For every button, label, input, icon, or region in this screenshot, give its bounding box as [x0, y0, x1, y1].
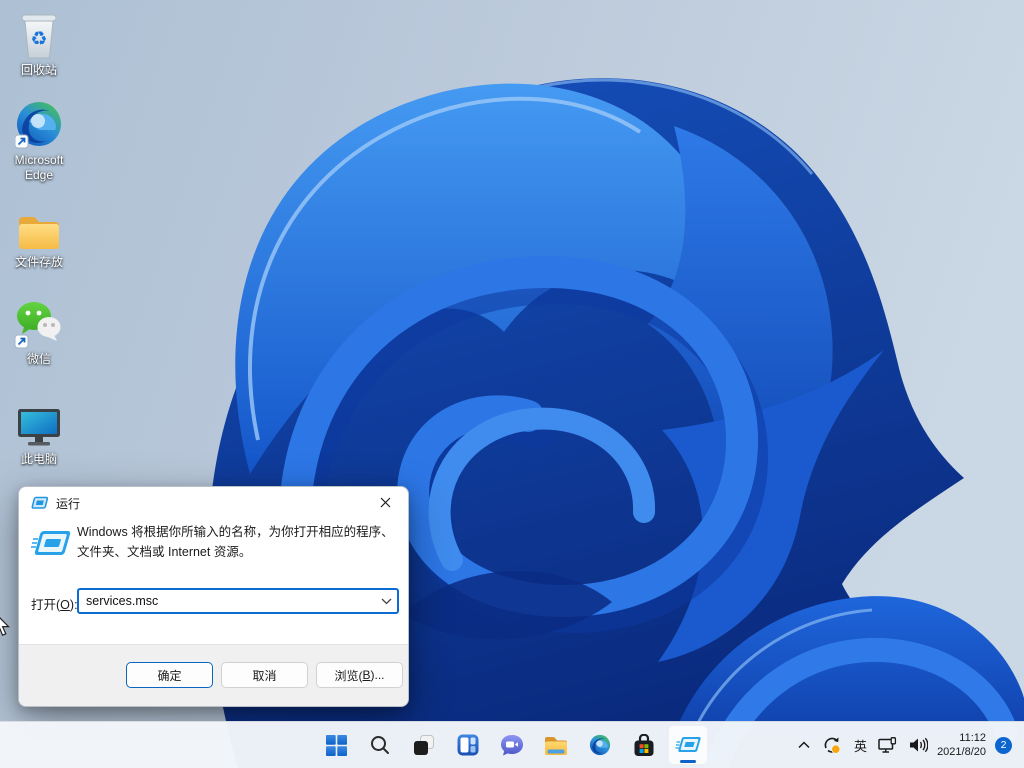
desktop-icon-label: 文件存放 [14, 255, 63, 269]
run-dialog-icon [31, 531, 71, 555]
search-icon [371, 736, 389, 754]
task-view-icon [414, 735, 434, 755]
dialog-footer: 确定 取消 浏览(B)... [19, 644, 408, 706]
chevron-up-icon [798, 741, 810, 749]
mouse-cursor [0, 617, 10, 636]
widgets-icon [457, 734, 479, 756]
wechat-icon [14, 299, 64, 349]
chat-icon [501, 734, 523, 755]
this-pc-icon [16, 399, 62, 449]
search-button[interactable] [360, 725, 400, 765]
browse-button[interactable]: 浏览(B)... [316, 662, 403, 688]
desktop-icon-recycle-bin[interactable]: ♻ 回收站 [0, 10, 78, 78]
clock-time: 11:12 [959, 732, 986, 744]
ime-indicator[interactable]: 英 [852, 730, 869, 760]
run-dialog-window: 运行 Windows 将根据你所输入的名称，为你打开相应的程序、 文件夹、文档或… [18, 486, 409, 707]
clock[interactable]: 11:12 2021/8/20 [937, 731, 986, 759]
file-explorer-button[interactable] [536, 725, 576, 765]
store-button[interactable] [624, 725, 664, 765]
run-window-icon [31, 496, 48, 509]
windows-start-icon [325, 734, 347, 756]
run-app-icon [675, 737, 701, 752]
dialog-title: 运行 [56, 496, 81, 511]
tray-volume[interactable] [907, 730, 930, 760]
desktop-icon-wechat[interactable]: 微信 [0, 299, 78, 367]
desktop-icon-label: 此电脑 [20, 452, 57, 466]
desktop-icon-label: 回收站 [20, 63, 57, 77]
run-combobox[interactable] [77, 588, 399, 614]
dialog-description: Windows 将根据你所输入的名称，为你打开相应的程序、 文件夹、文档或 In… [77, 525, 394, 559]
open-label: 打开(O): [31, 598, 78, 612]
taskbar: 英 11:12 2021/8/20 2 [0, 721, 1024, 768]
folder-icon [16, 202, 62, 252]
microsoft-store-icon [634, 733, 654, 756]
desktop-icon-microsoft-edge[interactable]: Microsoft Edge [0, 100, 78, 183]
chevron-down-icon[interactable] [375, 598, 397, 605]
edge-icon [589, 734, 611, 756]
clock-date: 2021/8/20 [937, 746, 986, 758]
desktop-icon-this-pc[interactable]: 此电脑 [0, 399, 78, 467]
taskbar-tray: 英 11:12 2021/8/20 2 [795, 722, 1024, 768]
network-ethernet-icon [878, 736, 897, 753]
task-view-button[interactable] [404, 725, 444, 765]
recycle-bin-icon: ♻ [18, 10, 60, 60]
cancel-button[interactable]: 取消 [221, 662, 308, 688]
ok-button[interactable]: 确定 [126, 662, 213, 688]
tray-update-status[interactable] [820, 730, 845, 760]
desktop: ♻ 回收站 Microsoft Edge 文件存放 微信 此电脑 运行 Wind… [0, 0, 1024, 768]
sync-update-icon [824, 737, 841, 754]
run-input[interactable] [79, 594, 375, 608]
tray-chevron-up[interactable] [795, 730, 813, 760]
edge-icon [15, 100, 63, 150]
taskbar-center-icons [316, 725, 708, 765]
start-button[interactable] [316, 725, 356, 765]
chat-button[interactable] [492, 725, 532, 765]
speaker-icon [910, 737, 929, 753]
file-explorer-icon [545, 736, 567, 755]
svg-text:♻: ♻ [30, 29, 47, 50]
desktop-icon-file-folder[interactable]: 文件存放 [0, 202, 78, 270]
close-button[interactable] [363, 487, 408, 518]
tray-network[interactable] [876, 730, 900, 760]
dialog-titlebar[interactable]: 运行 [19, 487, 408, 519]
close-icon [380, 497, 391, 508]
desktop-icon-label: 微信 [26, 352, 51, 366]
run-app-button[interactable] [668, 725, 708, 765]
notification-badge[interactable]: 2 [995, 736, 1012, 754]
widgets-button[interactable] [448, 725, 488, 765]
edge-button[interactable] [580, 725, 620, 765]
desktop-icon-label: Microsoft Edge [14, 153, 64, 182]
